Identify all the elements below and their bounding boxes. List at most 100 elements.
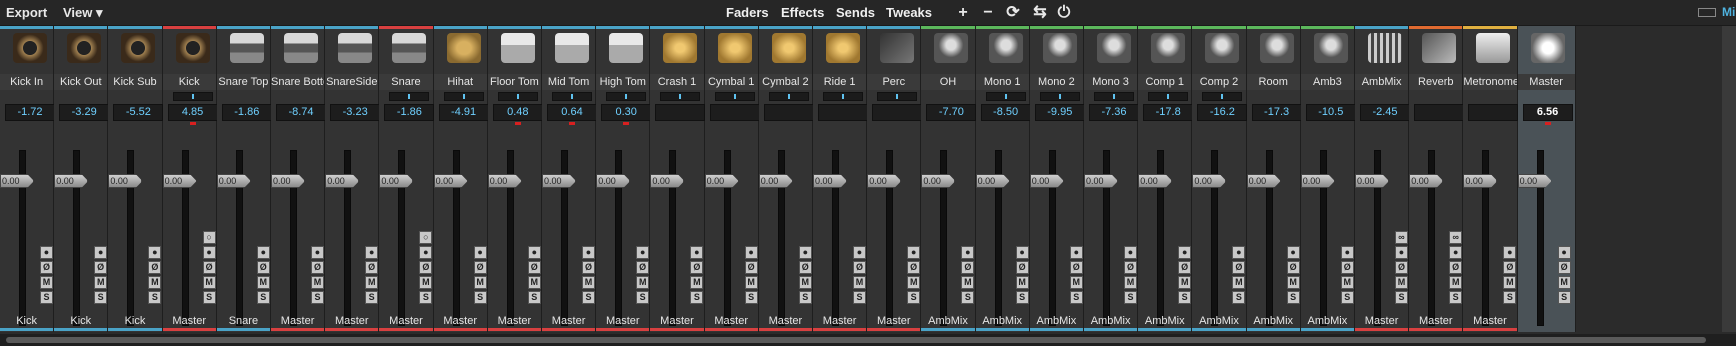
volume-readout[interactable]: -3.29 xyxy=(59,104,110,121)
mute-button[interactable]: M xyxy=(202,276,216,289)
fader-handle[interactable]: 0.00 xyxy=(487,174,522,188)
record-arm-button[interactable]: ● xyxy=(582,246,595,259)
output-routing[interactable]: Master xyxy=(759,314,812,328)
fader-handle[interactable]: 0.00 xyxy=(1300,174,1335,188)
scrollbar-thumb[interactable] xyxy=(6,337,1706,343)
phase-invert-button[interactable]: Ø xyxy=(1503,261,1517,274)
record-arm-button[interactable]: ● xyxy=(1232,246,1246,259)
volume-readout[interactable] xyxy=(818,104,868,121)
pan-control[interactable] xyxy=(985,92,1026,101)
pan-control[interactable] xyxy=(823,92,863,101)
channel-name[interactable]: Cymbal 1 xyxy=(704,74,758,90)
volume-readout[interactable] xyxy=(709,104,760,121)
fader-handle[interactable]: 0.00 xyxy=(379,174,414,188)
output-routing[interactable]: AmbMix xyxy=(1138,314,1191,328)
output-routing[interactable]: AmbMix xyxy=(1084,314,1137,328)
mute-button[interactable]: M xyxy=(1395,276,1408,289)
solo-button[interactable]: S xyxy=(1340,291,1354,304)
solo-button[interactable]: S xyxy=(1449,291,1463,304)
volume-readout[interactable]: 0.48 xyxy=(492,104,543,121)
phase-invert-button[interactable]: Ø xyxy=(1178,261,1192,274)
link-icon[interactable]: ○ xyxy=(202,231,216,244)
solo-button[interactable]: S xyxy=(148,291,162,304)
mute-button[interactable]: M xyxy=(690,276,704,289)
kick-drum-icon[interactable] xyxy=(13,33,47,63)
fader-handle[interactable]: 0.00 xyxy=(325,174,360,188)
mute-button[interactable]: M xyxy=(582,276,595,289)
record-arm-button[interactable]: ● xyxy=(1449,246,1463,259)
microphone-icon[interactable] xyxy=(934,33,969,63)
cowbell-icon[interactable] xyxy=(880,33,915,63)
fader-handle[interactable]: 0.00 xyxy=(921,174,956,188)
record-arm-button[interactable]: ● xyxy=(148,246,162,259)
channel-name[interactable]: Crash 1 xyxy=(650,74,704,90)
volume-fader[interactable]: 0.00 xyxy=(975,126,1010,326)
solo-button[interactable]: S xyxy=(256,291,270,304)
channel-name[interactable]: Snare Top xyxy=(216,74,270,90)
volume-fader[interactable]: 0.00 xyxy=(813,126,847,326)
volume-readout[interactable] xyxy=(1468,104,1519,121)
volume-fader[interactable]: 0.00 xyxy=(542,126,576,326)
solo-button[interactable]: S xyxy=(419,291,433,304)
phase-invert-button[interactable]: Ø xyxy=(365,261,379,274)
record-arm-button[interactable]: ● xyxy=(853,246,866,259)
microphone-icon[interactable] xyxy=(1042,33,1077,63)
phase-invert-button[interactable]: Ø xyxy=(419,261,433,274)
mute-button[interactable]: M xyxy=(1015,276,1029,289)
solo-button[interactable]: S xyxy=(1395,291,1408,304)
remove-icon[interactable]: − xyxy=(978,3,998,23)
output-routing[interactable]: Kick xyxy=(108,314,161,328)
view-menu[interactable]: View ▾ xyxy=(63,5,103,21)
cymbal-icon[interactable] xyxy=(771,33,806,63)
volume-fader[interactable]: 0.00 xyxy=(867,126,902,326)
phase-invert-button[interactable]: Ø xyxy=(1449,261,1463,274)
channel-name[interactable]: Cymbal 2 xyxy=(758,74,812,90)
channel-name[interactable]: Mid Tom xyxy=(542,74,596,90)
phase-invert-button[interactable]: Ø xyxy=(961,261,975,274)
power-icon[interactable]: ⏻ xyxy=(1054,3,1074,23)
channel-name[interactable]: Kick In xyxy=(0,74,54,90)
solo-button[interactable]: S xyxy=(1015,291,1029,304)
horizontal-scrollbar[interactable] xyxy=(0,334,1736,346)
output-routing[interactable]: Master xyxy=(650,314,703,328)
volume-fader[interactable]: 0.00 xyxy=(1192,126,1227,326)
volume-fader[interactable]: 0.00 xyxy=(271,126,305,326)
link-icon[interactable]: ∞ xyxy=(1449,231,1463,244)
volume-fader[interactable]: 0.00 xyxy=(1409,126,1444,326)
pan-control[interactable] xyxy=(552,92,592,101)
snare-drum-icon[interactable] xyxy=(229,33,264,63)
output-routing[interactable]: Master xyxy=(163,314,216,328)
solo-button[interactable]: S xyxy=(853,291,866,304)
pan-control[interactable] xyxy=(172,92,213,101)
window-toggle-icon[interactable] xyxy=(1698,8,1716,17)
microphone-icon[interactable] xyxy=(1151,33,1186,63)
volume-fader[interactable]: 0.00 xyxy=(1138,126,1173,326)
volume-fader[interactable]: 0.00 xyxy=(54,126,89,326)
channel-name[interactable]: Perc xyxy=(867,74,921,90)
volume-readout[interactable]: -1.72 xyxy=(5,104,55,121)
volume-readout[interactable] xyxy=(1414,104,1465,121)
cable-icon[interactable] xyxy=(1422,33,1457,63)
pan-control[interactable] xyxy=(877,92,918,101)
mute-button[interactable]: M xyxy=(419,276,433,289)
mute-button[interactable]: M xyxy=(1286,276,1300,289)
volume-fader[interactable]: 0.00 xyxy=(1300,126,1335,326)
volume-readout[interactable]: -3.23 xyxy=(330,104,381,121)
pan-control[interactable] xyxy=(660,92,701,101)
channel-name[interactable]: Hihat xyxy=(433,74,487,90)
solo-button[interactable]: S xyxy=(961,291,975,304)
solo-button[interactable]: S xyxy=(311,291,324,304)
mute-button[interactable]: M xyxy=(907,276,921,289)
mute-button[interactable]: M xyxy=(1124,276,1137,289)
phase-invert-button[interactable]: Ø xyxy=(690,261,704,274)
pan-control[interactable] xyxy=(1202,92,1243,101)
solo-button[interactable]: S xyxy=(1232,291,1246,304)
pan-control[interactable] xyxy=(497,92,538,101)
volume-fader[interactable]: 0.00 xyxy=(596,126,631,326)
fader-handle[interactable]: 0.00 xyxy=(1355,174,1389,188)
fader-handle[interactable]: 0.00 xyxy=(1246,174,1281,188)
record-arm-button[interactable]: ● xyxy=(1503,246,1517,259)
solo-button[interactable]: S xyxy=(1557,291,1571,304)
record-arm-button[interactable]: ● xyxy=(1557,246,1571,259)
tom-icon[interactable] xyxy=(555,33,589,63)
